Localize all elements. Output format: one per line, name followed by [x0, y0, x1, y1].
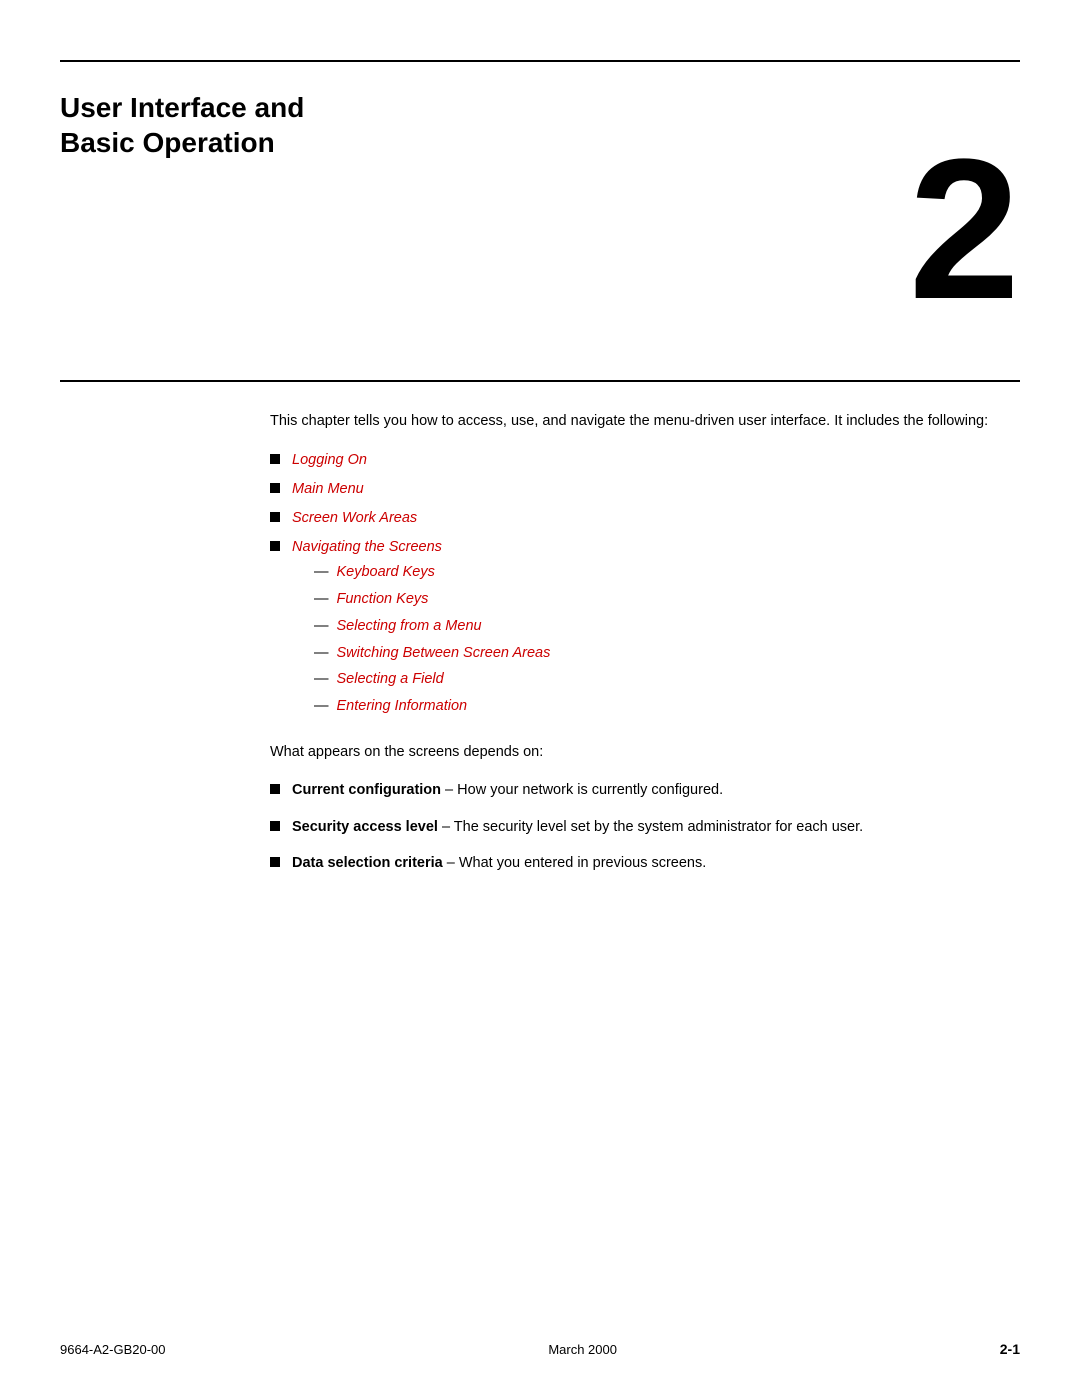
list-item: Data selection criteria – What you enter… — [270, 852, 1020, 874]
logging-on-link[interactable]: Logging On — [292, 450, 367, 472]
entering-information-link[interactable]: Entering Information — [337, 696, 468, 718]
chapter-title-line1: User Interface and — [60, 92, 304, 123]
sub-list-item: — Selecting from a Menu — [314, 616, 550, 638]
sub-list-item: — Entering Information — [314, 696, 550, 718]
bullet-square-icon — [270, 784, 280, 794]
list-item: Navigating the Screens — Keyboard Keys —… — [270, 537, 1020, 723]
security-access-term: Security access level — [292, 819, 438, 835]
sub-list-item: — Selecting a Field — [314, 669, 550, 691]
selecting-menu-link[interactable]: Selecting from a Menu — [337, 616, 482, 638]
list-item: Logging On — [270, 450, 1020, 472]
dash-icon: — — [314, 562, 329, 584]
bullet-square-icon — [270, 454, 280, 464]
data-selection-item: Data selection criteria – What you enter… — [292, 852, 706, 874]
footer-right: 2-1 — [1000, 1341, 1020, 1357]
data-selection-term: Data selection criteria — [292, 855, 443, 871]
dash-icon: — — [314, 643, 329, 665]
main-bullet-list: Logging On Main Menu Screen Work Areas N… — [270, 450, 1020, 723]
security-access-item: Security access level – The security lev… — [292, 816, 863, 838]
screen-work-areas-link[interactable]: Screen Work Areas — [292, 508, 417, 530]
dash-icon: — — [314, 616, 329, 638]
current-config-rest: – How your network is currently configur… — [441, 782, 723, 798]
current-config-term: Current configuration — [292, 782, 441, 798]
list-item: Current configuration – How your network… — [270, 779, 1020, 801]
list-item: Screen Work Areas — [270, 508, 1020, 530]
sub-list-item: — Function Keys — [314, 589, 550, 611]
mid-rule — [60, 380, 1020, 382]
bullet-square-icon — [270, 821, 280, 831]
sub-list: — Keyboard Keys — Function Keys — Select… — [314, 562, 550, 718]
list-item: Main Menu — [270, 479, 1020, 501]
content-area: This chapter tells you how to access, us… — [270, 410, 1020, 889]
dash-icon: — — [314, 589, 329, 611]
chapter-title-line2: Basic Operation — [60, 127, 275, 158]
main-menu-link[interactable]: Main Menu — [292, 479, 364, 501]
chapter-number: 2 — [909, 130, 1020, 330]
function-keys-link[interactable]: Function Keys — [337, 589, 429, 611]
security-access-rest: – The security level set by the system a… — [438, 819, 863, 835]
chapter-title-area: User Interface and Basic Operation — [60, 90, 460, 160]
navigating-screens-link[interactable]: Navigating the Screens — [292, 539, 442, 555]
bullet-square-icon — [270, 512, 280, 522]
chapter-title: User Interface and Basic Operation — [60, 90, 460, 160]
bullet-square-icon — [270, 541, 280, 551]
data-selection-rest: – What you entered in previous screens. — [443, 855, 707, 871]
page-footer: 9664-A2-GB20-00 March 2000 2-1 — [60, 1341, 1020, 1357]
page: User Interface and Basic Operation 2 Thi… — [0, 0, 1080, 1397]
bullet-square-icon — [270, 857, 280, 867]
top-rule — [60, 60, 1020, 62]
dash-icon: — — [314, 696, 329, 718]
list-item: Security access level – The security lev… — [270, 816, 1020, 838]
current-config-item: Current configuration – How your network… — [292, 779, 723, 801]
intro-paragraph: This chapter tells you how to access, us… — [270, 410, 1020, 432]
sub-list-item: — Switching Between Screen Areas — [314, 643, 550, 665]
bottom-bullet-list: Current configuration – How your network… — [270, 779, 1020, 874]
bullet-square-icon — [270, 483, 280, 493]
selecting-field-link[interactable]: Selecting a Field — [337, 669, 444, 691]
footer-left: 9664-A2-GB20-00 — [60, 1342, 166, 1357]
what-appears-paragraph: What appears on the screens depends on: — [270, 741, 1020, 763]
footer-center: March 2000 — [548, 1342, 617, 1357]
dash-icon: — — [314, 669, 329, 691]
switching-screen-areas-link[interactable]: Switching Between Screen Areas — [337, 643, 551, 665]
sub-list-item: — Keyboard Keys — [314, 562, 550, 584]
keyboard-keys-link[interactable]: Keyboard Keys — [337, 562, 435, 584]
